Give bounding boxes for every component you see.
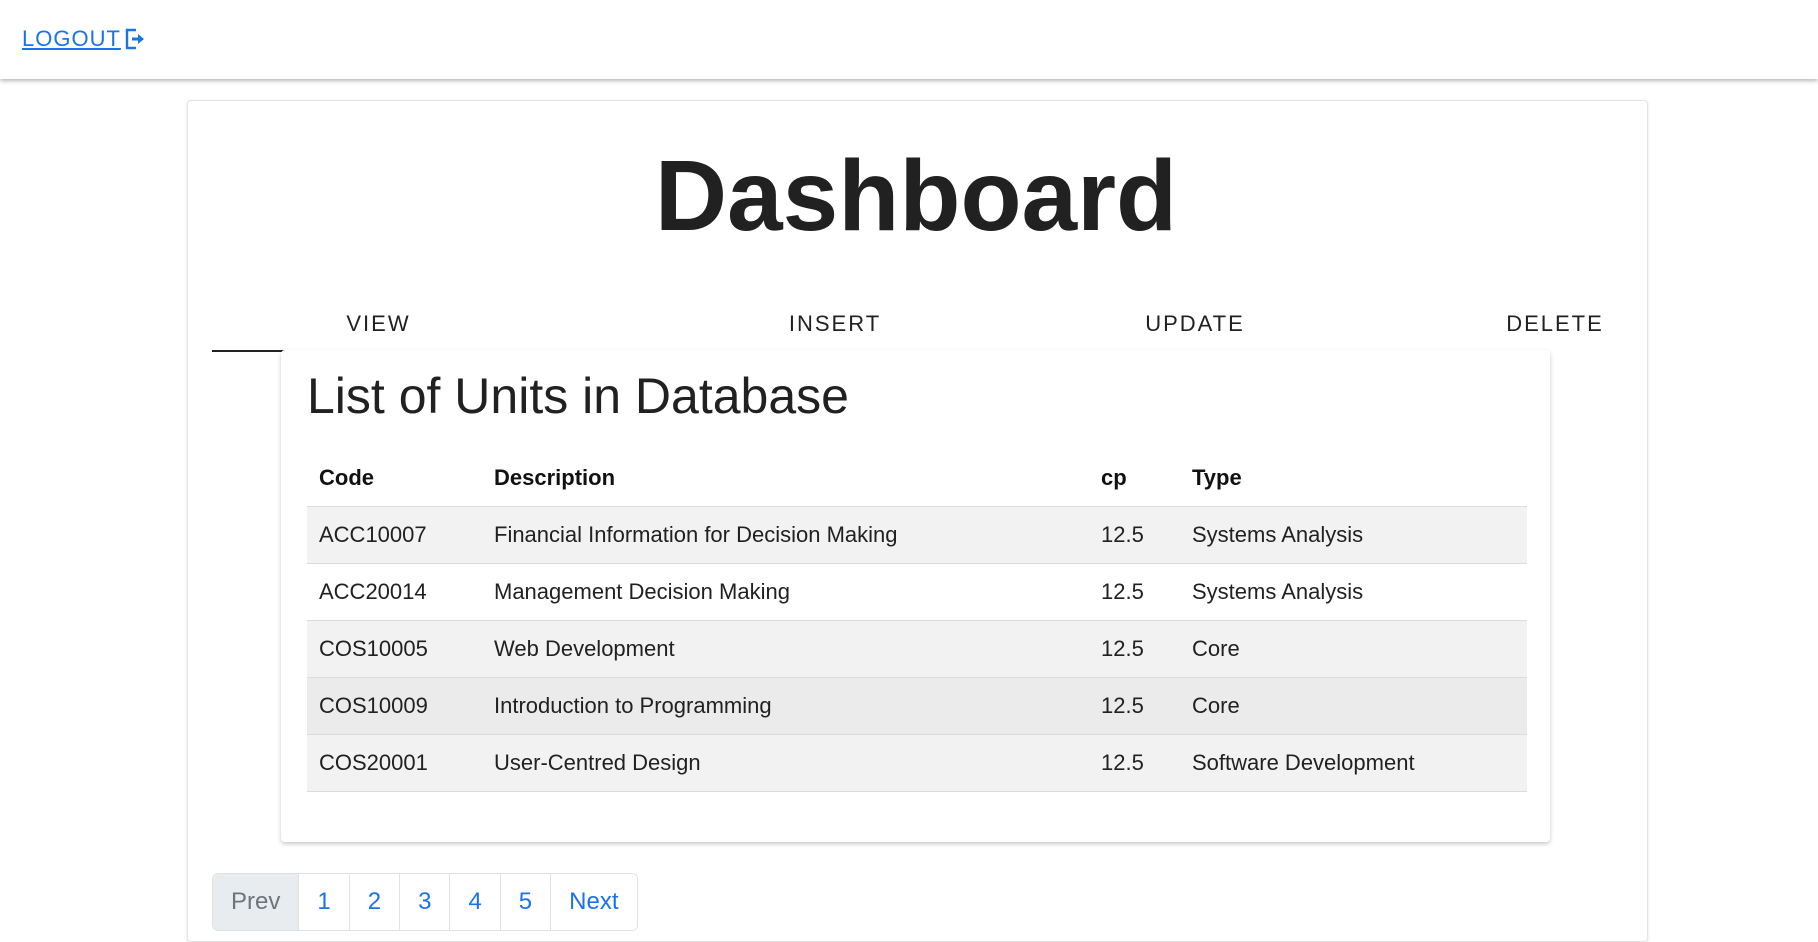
- logout-icon: [124, 28, 146, 50]
- table-row[interactable]: ACC20014 Management Decision Making 12.5…: [307, 563, 1527, 621]
- cell-cp: 12.5: [1089, 506, 1180, 564]
- cell-type: Software Development: [1180, 734, 1527, 792]
- tab-delete[interactable]: DELETE: [1432, 296, 1678, 350]
- cell-code: ACC10007: [307, 506, 482, 564]
- column-header-description: Description: [482, 450, 1089, 507]
- cell-description: Financial Information for Decision Makin…: [482, 506, 1089, 564]
- column-header-code: Code: [307, 450, 482, 507]
- cell-code: COS20001: [307, 734, 482, 792]
- table-row[interactable]: ACC10007 Financial Information for Decis…: [307, 506, 1527, 564]
- cell-cp: 12.5: [1089, 563, 1180, 621]
- tab-insert[interactable]: INSERT: [712, 296, 958, 350]
- column-header-cp: cp: [1089, 450, 1180, 507]
- cell-type: Core: [1180, 620, 1527, 678]
- cell-description: Web Development: [482, 620, 1089, 678]
- tab-update[interactable]: UPDATE: [1072, 296, 1318, 350]
- table-row[interactable]: COS10005 Web Development 12.5 Core: [307, 620, 1527, 678]
- cell-cp: 12.5: [1089, 734, 1180, 792]
- top-nav-bar: LOGOUT: [0, 0, 1818, 79]
- cell-type: Core: [1180, 677, 1527, 735]
- table-header-row: Code Description cp Type: [307, 450, 1527, 507]
- table-row[interactable]: COS20001 User-Centred Design 12.5 Softwa…: [307, 734, 1527, 792]
- cell-cp: 12.5: [1089, 677, 1180, 735]
- cell-code: COS10009: [307, 677, 482, 735]
- tab-view[interactable]: VIEW: [212, 296, 545, 352]
- tab-bar: VIEW INSERT UPDATE DELETE: [212, 296, 1612, 352]
- column-header-type: Type: [1180, 450, 1527, 507]
- cell-cp: 12.5: [1089, 620, 1180, 678]
- page-title: Dashboard: [654, 140, 1178, 252]
- cell-type: Systems Analysis: [1180, 506, 1527, 564]
- cell-type: Systems Analysis: [1180, 563, 1527, 621]
- units-panel: List of Units in Database Code Descripti…: [281, 350, 1550, 842]
- table-row[interactable]: COS10009 Introduction to Programming 12.…: [307, 677, 1527, 735]
- logout-label: LOGOUT: [22, 26, 121, 51]
- units-table: Code Description cp Type ACC10007 Financ…: [307, 450, 1527, 792]
- panel-title: List of Units in Database: [307, 368, 849, 424]
- cell-description: Introduction to Programming: [482, 677, 1089, 735]
- cell-description: Management Decision Making: [482, 563, 1089, 621]
- cell-description: User-Centred Design: [482, 734, 1089, 792]
- cell-code: ACC20014: [307, 563, 482, 621]
- logout-link[interactable]: LOGOUT: [22, 26, 146, 52]
- pagination: Prev 1 2 3 4 5 Next: [212, 873, 638, 931]
- cell-code: COS10005: [307, 620, 482, 678]
